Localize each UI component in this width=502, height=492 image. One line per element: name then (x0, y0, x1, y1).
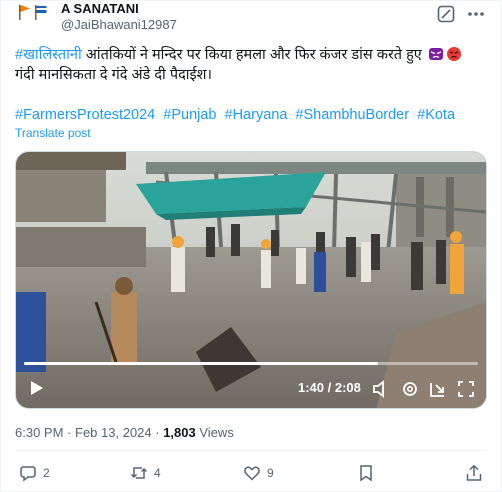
hashtag-link[interactable]: #Punjab (163, 107, 216, 123)
hashtag-link[interactable]: #खालिस्तानी (15, 47, 82, 63)
hashtag-link[interactable]: #Haryana (225, 107, 288, 123)
video-progress-fill (24, 362, 379, 365)
repost-button[interactable]: 4 (130, 463, 161, 483)
bookmark-button[interactable] (357, 463, 381, 483)
tweet-line-1: #खालिस्तानी आंतकियों ने मन्दिर पर किया ह… (15, 45, 491, 65)
share-icon (466, 464, 482, 481)
action-bar: 2 4 9 (15, 463, 491, 483)
hashtag-link[interactable]: #ShambhuBorder (295, 107, 409, 123)
tweet-line-2: गंदी मानसिकता दे गंदे अंडे दी पैदाईश। (15, 67, 212, 83)
repost-icon (130, 467, 148, 479)
tweet-text: #खालिस्तानी आंतकियों ने मन्दिर पर किया ह… (15, 45, 491, 85)
play-icon[interactable] (26, 378, 46, 398)
meta-separator: · (155, 425, 164, 440)
author-info[interactable]: A SANATANI @JaiBhawani12987 (61, 1, 177, 34)
user-handle[interactable]: @JaiBhawani12987 (61, 16, 177, 34)
volume-icon[interactable] (371, 379, 391, 399)
tweet-card: A SANATANI @JaiBhawani12987 #खालिस्तानी … (0, 0, 502, 492)
video-player[interactable]: 1:40 / 2:08 (15, 151, 487, 409)
display-name[interactable]: A SANATANI (61, 1, 177, 16)
video-time: 1:40 / 2:08 (298, 380, 361, 395)
angry-face-emoji-icon (428, 46, 444, 62)
heart-icon (244, 466, 260, 481)
red-angry-face-emoji-icon (446, 46, 462, 62)
avatar[interactable] (15, 3, 55, 21)
post-date[interactable]: Feb 13, 2024 (75, 425, 152, 440)
post-meta: 6:30 PM · Feb 13, 2024 · 1,803 Views (15, 425, 234, 440)
like-button[interactable]: 9 (243, 463, 274, 483)
tweet-line-1-text: आंतकियों ने मन्दिर पर किया हमला और फिर क… (81, 47, 426, 63)
translate-post-link[interactable]: Translate post (15, 126, 91, 140)
divider (15, 450, 487, 451)
reply-icon (20, 466, 36, 482)
meta-separator: · (67, 425, 75, 440)
share-button[interactable] (465, 463, 489, 483)
reply-button[interactable]: 2 (19, 463, 50, 483)
settings-icon[interactable] (400, 379, 420, 399)
hashtag-link[interactable]: #Kota (417, 107, 455, 123)
fullscreen-icon[interactable] (456, 379, 476, 399)
repost-count: 4 (154, 466, 161, 480)
more-options-icon[interactable] (465, 5, 487, 23)
video-progress-bar[interactable] (24, 362, 478, 365)
views-label: Views (199, 425, 234, 440)
hashtag-list: #FarmersProtest2024 #Punjab #Haryana #Sh… (15, 105, 459, 125)
pip-icon[interactable] (428, 379, 448, 399)
views-count: 1,803 (163, 425, 196, 440)
reply-count: 2 (43, 466, 50, 480)
video-controls: 1:40 / 2:08 (16, 368, 486, 408)
like-count: 9 (267, 466, 274, 480)
grok-icon[interactable] (437, 5, 455, 23)
bookmark-icon (360, 465, 372, 482)
hashtag-link[interactable]: #FarmersProtest2024 (15, 107, 155, 123)
post-time[interactable]: 6:30 PM (15, 425, 63, 440)
